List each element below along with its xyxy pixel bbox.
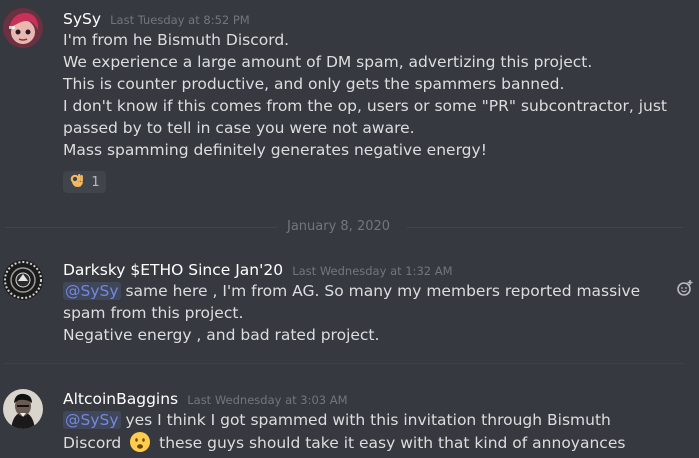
- chat-messages: SySy Last Tuesday at 8:52 PM I'm from he…: [0, 0, 699, 458]
- username[interactable]: SySy: [63, 10, 101, 28]
- message-text: This is counter productive, and only get…: [63, 75, 565, 93]
- message-text: Mass spamming definitely generates negat…: [63, 141, 487, 159]
- user-mention[interactable]: @SySy: [63, 282, 121, 300]
- message-text: I don't know if this comes from the op, …: [63, 97, 668, 115]
- timestamp: Last Wednesday at 1:32 AM: [292, 264, 453, 278]
- add-reaction-icon[interactable]: [676, 279, 694, 297]
- message-separator: [5, 363, 683, 364]
- message-text-segment: yes I think I got spammed with this invi…: [125, 411, 611, 429]
- frowning-face-icon: [129, 431, 151, 453]
- message-text-segment: Discord: [63, 434, 122, 452]
- message-text: I'm from he Bismuth Discord.: [63, 31, 290, 49]
- avatar[interactable]: [3, 260, 43, 300]
- avatar[interactable]: [3, 8, 43, 48]
- username[interactable]: AltcoinBaggins: [63, 390, 178, 408]
- timestamp: Last Wednesday at 3:03 AM: [187, 393, 348, 407]
- divider-line: [5, 227, 277, 228]
- username[interactable]: Darksky $ETHO Since Jan'20: [63, 261, 283, 279]
- message-header: SySy Last Tuesday at 8:52 PM: [63, 9, 250, 28]
- reaction-count: 1: [91, 174, 100, 190]
- message-header: Darksky $ETHO Since Jan'20 Last Wednesda…: [63, 260, 453, 279]
- timestamp: Last Tuesday at 8:52 PM: [110, 13, 250, 27]
- message-text: @SySy same here , I'm from AG. So many m…: [63, 280, 640, 302]
- message-text: passed by to tell in case you were not a…: [63, 119, 415, 137]
- message-text: Discord these guys should take it easy w…: [63, 431, 625, 454]
- message-text-segment: these guys should take it easy with that…: [159, 434, 626, 452]
- message-text: Negative energy , and bad rated project.: [63, 326, 380, 344]
- user-mention[interactable]: @SySy: [63, 411, 121, 429]
- divider-line: [407, 227, 683, 228]
- avatar[interactable]: [3, 389, 43, 429]
- date-divider-label: January 8, 2020: [287, 219, 391, 234]
- message-header: AltcoinBaggins Last Wednesday at 3:03 AM: [63, 389, 348, 408]
- message-text: We experience a large amount of DM spam,…: [63, 53, 593, 71]
- message-text-segment: same here , I'm from AG. So many my memb…: [125, 282, 641, 300]
- ok-hand-icon: [69, 172, 85, 192]
- message-text: @SySy yes I think I got spammed with thi…: [63, 409, 611, 431]
- message-text: spam from this project.: [63, 304, 244, 322]
- reaction-ok-hand[interactable]: 1: [63, 171, 106, 193]
